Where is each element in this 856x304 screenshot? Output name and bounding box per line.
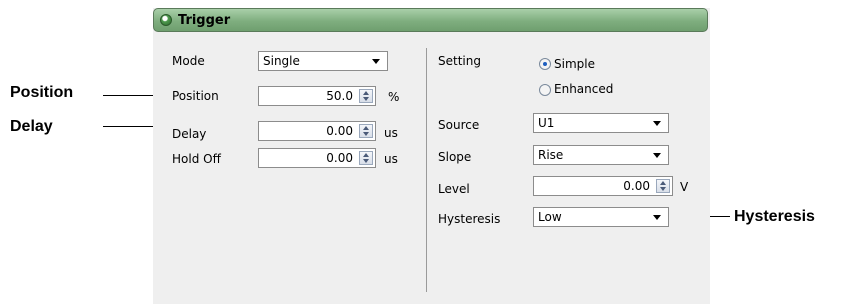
trigger-panel: Trigger Mode Single Position 50.0 % Dela…	[153, 8, 710, 304]
slope-select[interactable]: Rise	[533, 145, 669, 165]
delay-input[interactable]: 0.00	[258, 121, 376, 141]
chevron-down-icon	[653, 121, 661, 126]
source-select-value: U1	[538, 116, 555, 130]
holdoff-value: 0.00	[326, 151, 353, 165]
mode-label: Mode	[172, 54, 205, 68]
position-label: Position	[172, 89, 219, 103]
setting-enhanced-label[interactable]: Enhanced	[554, 82, 613, 96]
holdoff-label: Hold Off	[172, 152, 221, 166]
callout-position: Position	[10, 84, 74, 101]
setting-simple-radio[interactable]	[539, 58, 551, 70]
level-input[interactable]: 0.00	[533, 176, 673, 196]
slope-select-value: Rise	[538, 148, 564, 162]
source-label: Source	[438, 118, 480, 132]
chevron-down-icon	[372, 59, 380, 64]
setting-enhanced-radio[interactable]	[539, 84, 551, 96]
level-unit: V	[680, 180, 689, 194]
spinner-icon[interactable]	[359, 124, 373, 138]
level-label: Level	[438, 182, 470, 196]
hysteresis-select[interactable]: Low	[533, 207, 669, 227]
setting-label: Setting	[438, 54, 481, 68]
source-select[interactable]: U1	[533, 113, 669, 133]
hysteresis-select-value: Low	[538, 210, 562, 224]
spinner-icon[interactable]	[656, 179, 670, 193]
delay-unit: us	[384, 126, 398, 140]
holdoff-input[interactable]: 0.00	[258, 148, 376, 168]
delay-value: 0.00	[326, 124, 353, 138]
panel-titlebar: Trigger	[153, 8, 708, 32]
spinner-icon[interactable]	[359, 89, 373, 103]
mode-select-value: Single	[263, 54, 300, 68]
position-input[interactable]: 50.0	[258, 86, 376, 106]
spinner-icon[interactable]	[359, 151, 373, 165]
position-value: 50.0	[326, 89, 353, 103]
position-unit: %	[388, 90, 400, 104]
level-value: 0.00	[623, 179, 650, 193]
delay-label: Delay	[172, 127, 207, 141]
mode-select[interactable]: Single	[258, 51, 388, 71]
chevron-down-icon	[653, 153, 661, 158]
setting-simple-label[interactable]: Simple	[554, 57, 595, 71]
slope-label: Slope	[438, 150, 472, 164]
callout-hysteresis: Hysteresis	[734, 208, 815, 225]
holdoff-unit: us	[384, 152, 398, 166]
chevron-down-icon	[653, 215, 661, 220]
status-dot-icon	[160, 14, 172, 26]
column-divider	[426, 48, 427, 292]
callout-delay: Delay	[10, 118, 53, 135]
hysteresis-label: Hysteresis	[438, 212, 501, 226]
panel-title: Trigger	[178, 13, 231, 28]
